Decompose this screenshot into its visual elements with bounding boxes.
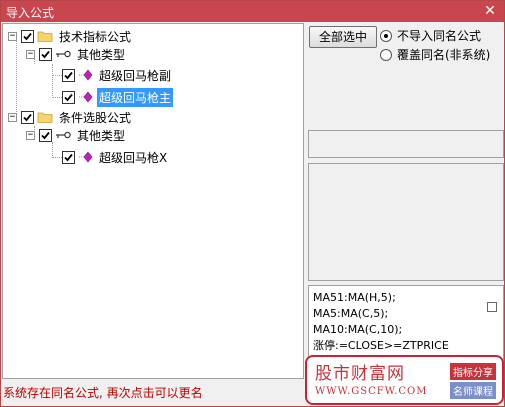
tree-node-tech-indicator[interactable]: − 技术指标公式: [8, 27, 133, 45]
tree-node-label: 其他类型: [77, 47, 126, 62]
site-watermark: 股市财富网 WWW.GSCFW.COM 指标分享 名师课程: [305, 355, 504, 405]
tree-node-label: 超级回马枪X: [99, 150, 168, 165]
tree-node-formula-x[interactable]: 超级回马枪X: [62, 148, 169, 166]
collapse-toggle[interactable]: −: [8, 31, 17, 41]
tree-node-label: 技术指标公式: [59, 29, 132, 44]
radio-label: 覆盖同名(非系统): [397, 48, 491, 62]
collapse-toggle[interactable]: −: [8, 112, 17, 122]
code-line: 涨停:=CLOSE>=ZTPRICE: [313, 339, 449, 352]
description-box: [308, 163, 504, 281]
checkmark-icon: [41, 50, 50, 58]
watermark-url: WWW.GSCFW.COM: [315, 386, 428, 397]
tree-node-other-type[interactable]: − 其他类型: [26, 45, 127, 63]
checkmark-icon: [64, 93, 73, 101]
tree-checkbox[interactable]: [21, 29, 34, 43]
checkmark-icon: [41, 131, 50, 139]
checkmark-icon: [64, 71, 73, 79]
select-all-button[interactable]: 全部选中: [309, 26, 377, 48]
checkmark-icon: [23, 113, 32, 121]
tree-checkbox[interactable]: [21, 110, 34, 124]
formula-tree: − 技术指标公式 − 其他类型 超级回马枪副 超级回马枪主 − 条件选股公式 −…: [2, 23, 304, 379]
window-title: 导入公式: [6, 6, 55, 20]
watermark-tag: 指标分享: [450, 363, 496, 380]
source-checkbox[interactable]: [487, 302, 497, 312]
code-line: MA5:MA(C,5);: [313, 307, 389, 320]
tree-checkbox[interactable]: [39, 128, 52, 142]
code-line: MA51:MA(H,5);: [313, 291, 396, 304]
gem-icon: [79, 151, 93, 163]
tree-node-label: 条件选股公式: [59, 110, 132, 125]
watermark-tag: 名师课程: [450, 382, 496, 399]
tree-connector: [52, 157, 62, 158]
options-panel: 全部选中 不导入同名公式 覆盖同名(非系统) MA51:MA(H,5); MA5…: [306, 23, 504, 379]
radio-button[interactable]: [380, 29, 392, 42]
tree-connector: [52, 75, 62, 76]
tree-node-formula-main[interactable]: 超级回马枪主: [62, 87, 174, 107]
tree-node-formula-sub[interactable]: 超级回马枪副: [62, 66, 173, 84]
gem-icon: [79, 91, 93, 103]
tree-node-condition-select[interactable]: − 条件选股公式: [8, 108, 133, 126]
name-box: [308, 130, 504, 158]
tree-checkbox[interactable]: [62, 150, 75, 164]
radio-no-import[interactable]: 不导入同名公式: [380, 27, 481, 44]
tree-node-label: 其他类型: [77, 128, 126, 143]
folder-icon: [37, 112, 53, 123]
status-message: 系统存在同名公式, 再次点击可以更名: [3, 386, 203, 400]
close-icon[interactable]: ✕: [482, 3, 498, 19]
title-bar[interactable]: 导入公式 ✕: [1, 1, 504, 22]
key-icon: [56, 131, 71, 139]
collapse-toggle[interactable]: −: [26, 49, 35, 59]
tree-checkbox[interactable]: [62, 68, 75, 82]
code-line: MA10:MA(C,10);: [313, 323, 403, 336]
watermark-title: 股市财富网: [315, 364, 405, 384]
tree-connector: [52, 97, 62, 98]
collapse-toggle[interactable]: −: [26, 130, 35, 140]
import-formula-dialog: 导入公式 ✕ − 技术指标公式 − 其他类型 超级回马枪副 超级回马枪主 − 条…: [0, 0, 505, 407]
tree-node-label: 超级回马枪副: [99, 68, 172, 83]
gem-icon: [79, 69, 93, 81]
radio-label: 不导入同名公式: [397, 29, 482, 43]
radio-overwrite[interactable]: 覆盖同名(非系统): [380, 46, 490, 63]
tree-connector: [16, 40, 17, 118]
checkmark-icon: [23, 32, 32, 40]
tree-node-label: 超级回马枪主: [97, 87, 174, 107]
tree-connector: [52, 142, 53, 158]
tree-connector: [52, 64, 53, 98]
checkmark-icon: [64, 153, 73, 161]
tree-node-other-type-2[interactable]: − 其他类型: [26, 126, 127, 144]
folder-icon: [37, 31, 53, 42]
tree-checkbox[interactable]: [39, 47, 52, 61]
radio-button[interactable]: [380, 48, 392, 61]
key-icon: [56, 50, 71, 58]
tree-checkbox[interactable]: [62, 90, 75, 104]
